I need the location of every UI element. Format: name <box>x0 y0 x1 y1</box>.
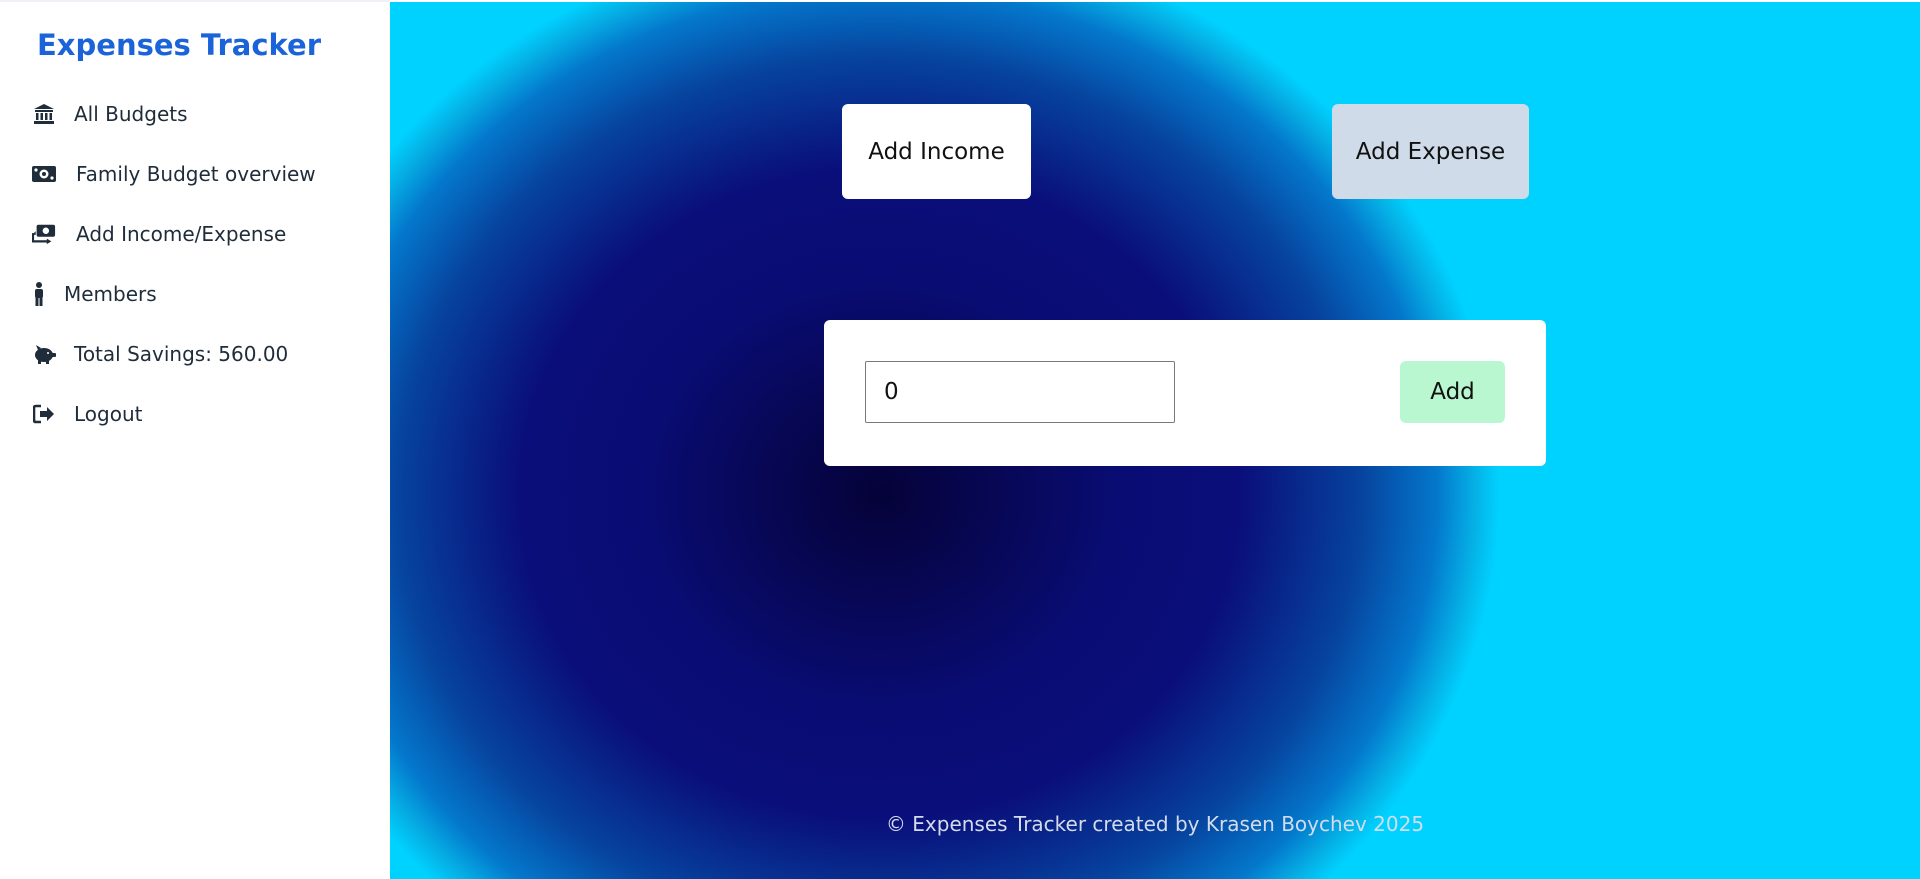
add-income-button[interactable]: Add Income <box>842 104 1031 199</box>
sidebar-item-label: All Budgets <box>74 102 188 126</box>
person-icon <box>32 282 46 306</box>
amount-form-card: Add <box>824 320 1546 466</box>
sidebar-item-total-savings[interactable]: Total Savings: 560.00 <box>32 337 288 371</box>
add-button[interactable]: Add <box>1400 361 1505 423</box>
top-divider <box>0 0 390 2</box>
sidebar-item-add-income-expense[interactable]: Add Income/Expense <box>32 217 286 251</box>
sidebar-item-label: Total Savings: 560.00 <box>74 342 289 366</box>
money-exchange-icon <box>32 223 56 245</box>
sidebar-item-all-budgets[interactable]: All Budgets <box>32 97 188 131</box>
logout-icon <box>32 403 56 425</box>
add-expense-button[interactable]: Add Expense <box>1332 104 1529 199</box>
sidebar-item-members[interactable]: Members <box>32 277 157 311</box>
sidebar-item-family-budget-overview[interactable]: Family Budget overview <box>32 157 316 191</box>
sidebar-item-label: Members <box>64 282 157 306</box>
sidebar: Expenses Tracker All Budgets Family Budg… <box>0 0 390 879</box>
app: Expenses Tracker All Budgets Family Budg… <box>0 0 1920 879</box>
piggy-bank-icon <box>32 343 56 365</box>
amount-input[interactable] <box>865 361 1175 423</box>
footer-text: © Expenses Tracker created by Krasen Boy… <box>885 812 1425 836</box>
main-content: Add Income Add Expense Add © Expenses Tr… <box>390 2 1920 879</box>
sidebar-item-label: Family Budget overview <box>76 162 316 186</box>
sidebar-item-logout[interactable]: Logout <box>32 397 142 431</box>
sidebar-item-label: Logout <box>74 402 143 426</box>
money-bill-icon <box>32 163 56 185</box>
bank-icon <box>32 103 56 125</box>
sidebar-item-label: Add Income/Expense <box>76 222 287 246</box>
app-brand[interactable]: Expenses Tracker <box>37 28 321 62</box>
